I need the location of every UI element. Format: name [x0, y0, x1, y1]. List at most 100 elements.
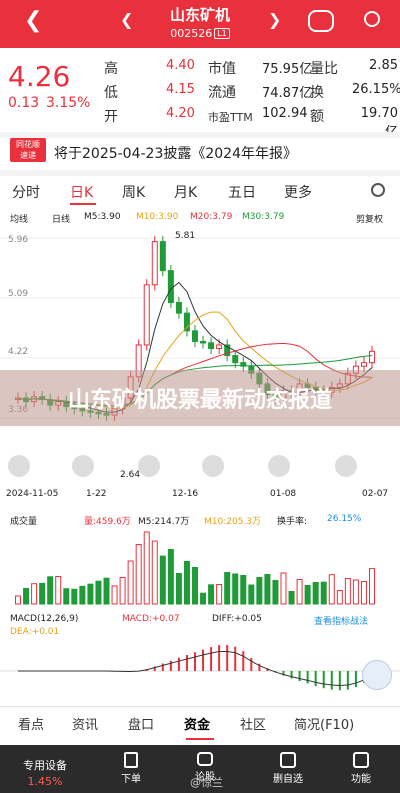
next-button[interactable]: [268, 455, 290, 477]
prev-icon[interactable]: ❮: [120, 10, 133, 29]
volume-bar: [135, 544, 142, 605]
order-button[interactable]: 下单: [106, 752, 156, 785]
volume-bar: [200, 592, 207, 605]
macd-chart[interactable]: [0, 638, 400, 704]
minus-button[interactable]: [138, 455, 160, 477]
watermark: @惊兰: [190, 776, 223, 789]
date-label: 2024-11-05: [6, 489, 59, 499]
sector-pct: 1.45%: [27, 775, 63, 788]
nav-item[interactable]: 看点: [18, 714, 44, 733]
next-icon[interactable]: ❯: [268, 10, 281, 29]
quote-value: 4.40: [166, 58, 195, 73]
vol-m5: M5:214.7万: [138, 517, 190, 527]
quote-label: 量比: [310, 61, 338, 77]
tab-period[interactable]: 更多: [284, 182, 312, 202]
volume-bar: [127, 560, 134, 605]
nav-item[interactable]: 盘口: [128, 714, 154, 733]
robot-icon[interactable]: [308, 10, 334, 32]
volume-bar: [296, 579, 303, 605]
tab-period[interactable]: 日K: [70, 182, 93, 202]
price-axis-label: 4.22: [8, 347, 29, 357]
nav-item[interactable]: 简况(F10): [294, 714, 354, 733]
volume-label[interactable]: 成交量: [10, 514, 37, 527]
quote-value: 2.85: [369, 58, 398, 73]
volume-bar: [232, 573, 239, 605]
ma30: M30:3.79: [242, 212, 285, 222]
candle: [200, 340, 207, 344]
news-text[interactable]: 将于2025-04-23披露《2024年年报》: [54, 143, 297, 163]
low-annotation: 2.64: [120, 470, 141, 480]
price-axis-label: 5.09: [8, 289, 29, 299]
quote-label: 高: [104, 61, 118, 77]
volume-bar: [336, 590, 343, 605]
volume-bar: [55, 576, 62, 605]
candle: [360, 362, 367, 367]
macd-label[interactable]: MACD(12,26,9): [10, 614, 78, 624]
candle: [167, 270, 174, 303]
zoom-in-button[interactable]: [8, 455, 30, 477]
search-icon[interactable]: [364, 11, 380, 27]
zoom-out-button[interactable]: [72, 455, 94, 477]
remove-watchlist-button[interactable]: 删自选: [258, 752, 318, 785]
nav-item[interactable]: 社区: [240, 714, 266, 733]
indicator-link[interactable]: 查看指标战法: [314, 614, 368, 627]
vol-m10: M10:205.3万: [204, 517, 262, 527]
volume-bar: [183, 561, 190, 605]
adjust-button[interactable]: 剪复权: [356, 212, 383, 225]
date-label: 12-16: [172, 489, 199, 499]
remove-label: 删自选: [273, 774, 303, 785]
volume-bar: [369, 568, 375, 605]
volume-bar: [344, 578, 351, 605]
functions-label: 功能: [351, 774, 371, 785]
candle: [192, 330, 198, 342]
volume-bar: [87, 583, 94, 605]
volume-bar: [216, 584, 223, 605]
sector-name[interactable]: 专用设备: [0, 757, 90, 773]
quote-value: 74.87亿: [262, 86, 313, 101]
quote-label: 额: [310, 109, 324, 125]
candle: [208, 342, 215, 349]
kline-chart[interactable]: [0, 226, 400, 481]
tab-underline: [70, 203, 96, 205]
prev-button[interactable]: [202, 455, 224, 477]
volume-bar: [320, 581, 327, 605]
lightbulb-icon[interactable]: [362, 660, 392, 690]
volume-bar: [95, 580, 102, 605]
expand-button[interactable]: [335, 455, 357, 477]
volume-bar: [208, 584, 215, 605]
candle: [143, 284, 150, 346]
settings-icon[interactable]: [371, 183, 385, 197]
candle: [159, 241, 166, 272]
date-label: 01-08: [270, 489, 297, 499]
divider: [0, 706, 400, 707]
volume-bar: [159, 555, 166, 605]
volume-bar: [119, 577, 126, 605]
volume-bar: [39, 582, 46, 605]
functions-button[interactable]: 功能: [336, 752, 386, 785]
price-change: 0.13: [8, 95, 40, 111]
volume-value: 量:459.6万: [84, 517, 131, 527]
grid-icon: [353, 752, 369, 768]
volume-bar: [15, 595, 21, 605]
volume-bar: [175, 573, 182, 605]
nav-item[interactable]: 资讯: [72, 714, 98, 733]
volume-bar: [264, 574, 271, 605]
tab-period[interactable]: 月K: [174, 182, 197, 202]
high-annotation: 5.81: [175, 231, 196, 241]
nav-item[interactable]: 资金: [184, 714, 210, 733]
tab-period[interactable]: 分时: [12, 182, 40, 202]
price-axis-label: 5.96: [8, 235, 29, 245]
volume-bar: [103, 577, 110, 605]
tab-period[interactable]: 五日: [228, 182, 256, 202]
date-label: 02-07: [362, 489, 389, 499]
volume-bar: [272, 580, 279, 605]
remove-icon: [280, 752, 296, 768]
tab-period[interactable]: 周K: [122, 182, 145, 202]
day-label[interactable]: 日线: [52, 212, 70, 225]
volume-bar: [280, 572, 287, 605]
volume-chart[interactable]: [0, 530, 400, 606]
ma10: M10:3.90: [136, 212, 179, 222]
quote-label: 低: [104, 85, 118, 101]
ma-label[interactable]: 均线: [10, 212, 28, 225]
candle: [369, 350, 375, 364]
